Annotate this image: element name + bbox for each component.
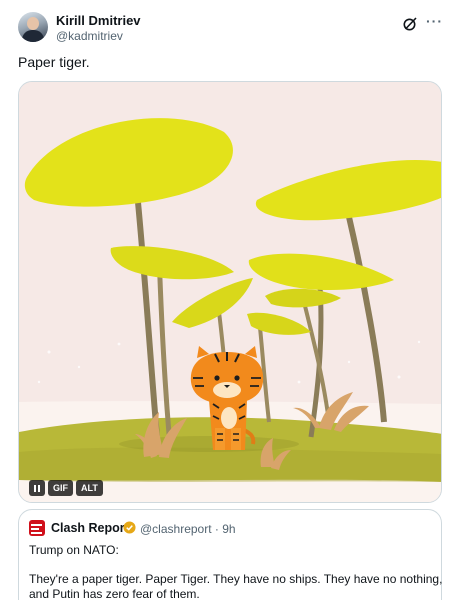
media-controls: GIF ALT bbox=[29, 480, 103, 496]
quote-text-line-3: and Putin has zero fear of them. bbox=[29, 587, 200, 600]
quote-avatar[interactable] bbox=[29, 520, 45, 536]
quote-text-line-1: Trump on NATO: bbox=[29, 543, 119, 557]
quoted-post[interactable]: Clash Report @clashreport · 9h Trump on … bbox=[18, 509, 442, 600]
post-header: Kirill Dmitriev @kadmitriev ··· bbox=[18, 12, 443, 46]
more-options-icon[interactable]: ··· bbox=[426, 13, 443, 29]
author-avatar[interactable] bbox=[18, 12, 48, 42]
quote-handle-time[interactable]: @clashreport · 9h bbox=[140, 522, 236, 536]
gif-media[interactable]: GIF ALT bbox=[18, 81, 442, 503]
alt-button[interactable]: ALT bbox=[76, 480, 103, 496]
gif-badge: GIF bbox=[48, 480, 73, 496]
grok-icon[interactable] bbox=[401, 15, 419, 33]
post-text: Paper tiger. bbox=[18, 54, 90, 70]
pause-icon[interactable] bbox=[29, 480, 45, 496]
verified-badge-icon bbox=[123, 521, 136, 534]
tiger-illustration bbox=[19, 82, 441, 502]
quote-text-line-2: They're a paper tiger. Paper Tiger. They… bbox=[29, 572, 443, 586]
post: Kirill Dmitriev @kadmitriev ··· Paper ti… bbox=[0, 0, 457, 600]
author-handle[interactable]: @kadmitriev bbox=[56, 29, 123, 43]
author-name[interactable]: Kirill Dmitriev bbox=[56, 13, 141, 28]
quote-author-name[interactable]: Clash Report bbox=[51, 521, 129, 535]
